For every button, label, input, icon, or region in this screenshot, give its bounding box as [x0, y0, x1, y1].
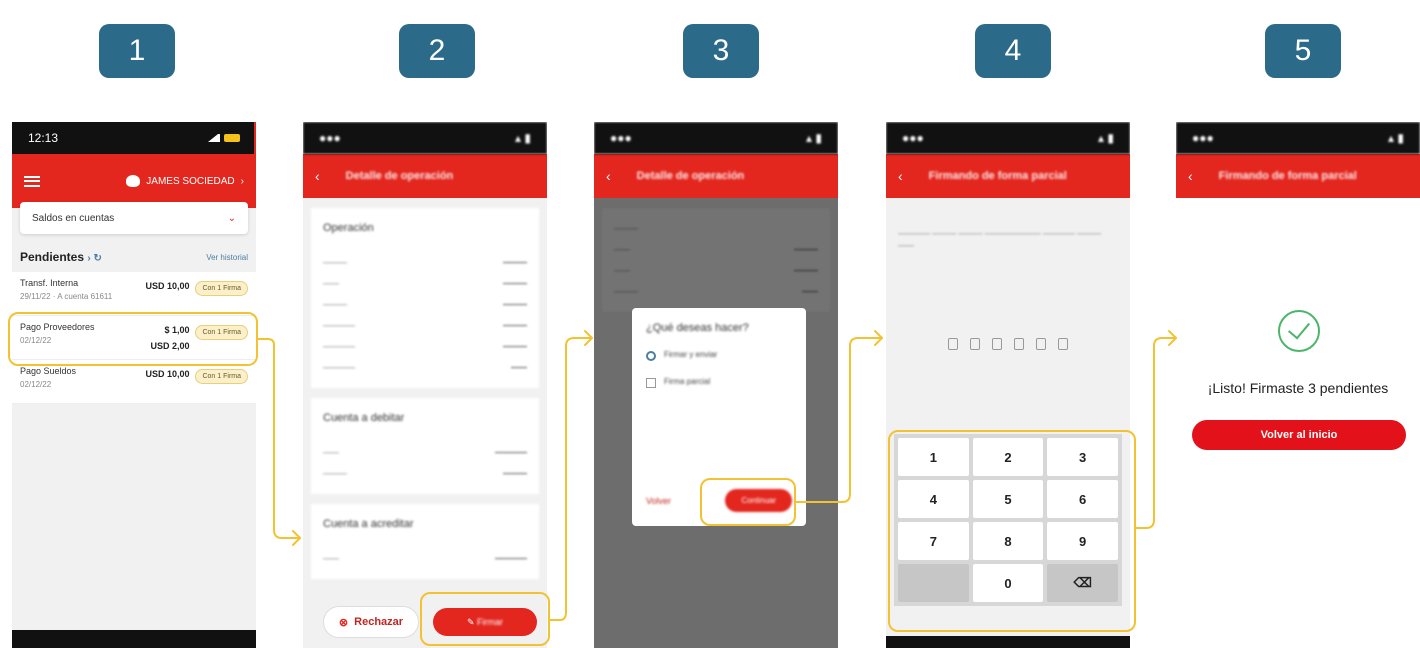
app-header: JAMES SOCIEDAD › [12, 154, 256, 208]
status-bar: ●●● ▴ ▮ [1176, 122, 1420, 154]
status-icons [208, 134, 240, 142]
step-number: 2 [428, 34, 446, 67]
back-arrow-icon[interactable]: ‹ [898, 168, 903, 184]
pin-input[interactable] [886, 338, 1130, 350]
battery-icon [224, 134, 240, 142]
phone-screen-2: ●●● ▴ ▮ ‹ Detalle de operación Operación … [303, 122, 547, 648]
company-name: JAMES SOCIEDAD [146, 175, 235, 187]
status-badge: Con 1 Firma [195, 369, 248, 384]
section-debit-account: Cuenta a debitar [311, 398, 539, 432]
highlight-continue-button [700, 478, 796, 526]
screen-title: Detalle de operación [345, 170, 454, 182]
phone-screen-3: ●●●▴ ▮ ‹ Detalle de operación ——————————… [594, 122, 838, 648]
highlight-keypad [888, 430, 1136, 632]
list-item[interactable]: Transf. Interna 29/11/22 · A cuenta 61611… [12, 272, 256, 316]
screen-title: Firmando de forma parcial [1218, 170, 1357, 182]
cancel-button[interactable]: Volver [646, 496, 671, 506]
option-partial-sign[interactable]: Firma parcial [646, 377, 792, 388]
app-header: ‹ Detalle de operación [303, 154, 547, 198]
instructions-text: ———— ——— ——— ——————— ———— ——— —— [898, 229, 1102, 250]
detail-card: ——— ——— —— ——— ——— ——— ———— ——— ———— ——— ————… [311, 242, 539, 388]
pending-title-text: Pendientes [20, 250, 85, 264]
item-amount: USD 10,00 [145, 281, 190, 291]
step-number: 1 [128, 34, 146, 67]
screen-title: Firmando de forma parcial [928, 170, 1067, 182]
edge-accent [254, 122, 256, 194]
status-badge: Con 1 Firma [195, 281, 248, 296]
step-badge-1: 1 [99, 24, 175, 78]
app-header: ‹ Detalle de operación [594, 154, 838, 198]
app-header: ‹ Firmando de forma parcial [886, 154, 1130, 198]
arrow-head-3 [874, 330, 883, 346]
company-switcher[interactable]: JAMES SOCIEDAD › [126, 175, 244, 187]
home-indicator-bar [886, 636, 1130, 648]
chevron-down-icon: ⌄ [227, 212, 236, 224]
status-time: 12:13 [28, 131, 59, 145]
highlight-sign-button [420, 592, 550, 646]
item-title: Pago Sueldos [20, 366, 77, 376]
pending-title: Pendientes › ↻ [20, 250, 102, 264]
bank-logo-icon [126, 175, 141, 187]
item-amount: USD 10,00 [145, 369, 190, 379]
radio-selected-icon [646, 351, 656, 361]
success-message: ¡Listo! Firmaste 3 pendientes [1207, 380, 1389, 396]
option-label: Firmar y enviar [664, 350, 718, 359]
signal-icon [208, 134, 220, 142]
account-select[interactable]: Saldos en cuentas ⌄ [20, 202, 248, 234]
list-item[interactable]: Pago Sueldos 02/12/22 USD 10,00 Con 1 Firm… [12, 360, 256, 404]
back-arrow-icon[interactable]: ‹ [606, 168, 611, 184]
item-subtitle: 02/12/22 [20, 380, 52, 389]
section-operation: Operación [311, 208, 539, 242]
highlight-pending-row [8, 312, 258, 366]
select-value: Saldos en cuentas [32, 212, 115, 224]
back-arrow-icon[interactable]: ‹ [315, 168, 320, 184]
refresh-icon[interactable]: › ↻ [87, 253, 102, 264]
radio-unselected-icon [646, 378, 656, 388]
arrow-head-1 [292, 530, 301, 546]
arrow-head-4 [1168, 330, 1177, 346]
back-arrow-icon[interactable]: ‹ [1188, 168, 1193, 184]
close-circle-icon: ⊗ [338, 616, 349, 629]
home-button[interactable]: Volver al inicio [1192, 420, 1406, 450]
status-bar: ●●● ▴ ▮ [886, 122, 1130, 154]
arrow-head-2 [584, 330, 593, 346]
option-label: Firma parcial [664, 377, 711, 386]
success-check-icon [1278, 310, 1320, 352]
chevron-right-icon: › [240, 175, 244, 187]
option-sign-send[interactable]: Firmar y enviar [646, 350, 792, 361]
flow-diagram: 1 2 3 4 5 12:13 JAMES SOCIEDAD › Saldos … [0, 0, 1420, 648]
step-badge-3: 3 [683, 24, 759, 78]
arrow-1-to-2 [257, 338, 301, 539]
step-number: 3 [712, 34, 730, 67]
status-bar: ●●● ▴ ▮ [303, 122, 547, 154]
operation-detail: Operación ——— ——— —— ——— ——— ——— ———— ——— ——… [303, 208, 547, 579]
phone-screen-5: ●●● ▴ ▮ ‹ Firmando de forma parcial ¡List… [1176, 122, 1420, 648]
arrow-2-to-3 [549, 337, 593, 621]
screen-title: Detalle de operación [636, 170, 745, 182]
phone-screen-1: 12:13 JAMES SOCIEDAD › Saldos en cuentas… [12, 122, 256, 648]
arrow-4-to-5 [1135, 337, 1177, 529]
reject-label: Rechazar [354, 616, 404, 628]
menu-icon[interactable] [24, 175, 40, 187]
status-bar: 12:13 [12, 122, 256, 154]
step-badge-5: 5 [1265, 24, 1341, 78]
step-badge-4: 4 [975, 24, 1051, 78]
home-indicator-bar [12, 630, 256, 648]
history-link[interactable]: Ver historial [206, 253, 248, 262]
step-badge-2: 2 [399, 24, 475, 78]
item-subtitle: 29/11/22 · A cuenta 61611 [20, 292, 113, 301]
app-header: ‹ Firmando de forma parcial [1176, 154, 1420, 198]
section-credit-account: Cuenta a acreditar [311, 504, 539, 538]
pending-header: Pendientes › ↻ Ver historial [20, 250, 248, 264]
step-number: 5 [1294, 34, 1312, 67]
reject-button[interactable]: ⊗ Rechazar [323, 606, 419, 638]
status-bar: ●●● ▴ ▮ [594, 122, 838, 154]
item-title: Transf. Interna [20, 278, 79, 288]
dialog-question: ¿Qué deseas hacer? [646, 322, 749, 334]
step-number: 4 [1004, 34, 1022, 67]
